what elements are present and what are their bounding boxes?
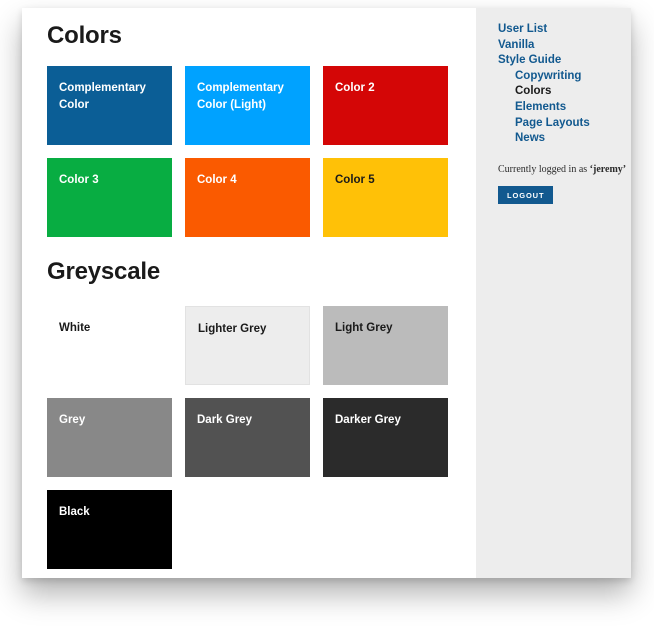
swatch-label: Dark Grey [197,414,252,426]
sidebar-item-vanilla[interactable]: Vanilla [498,38,621,54]
swatch-label: Black [59,506,90,518]
login-status: Currently logged in as ‘jeremy’ [498,163,626,177]
swatch-label: Light Grey [335,322,393,334]
logout-button[interactable]: LOGOUT [498,185,554,204]
greyscale-heading: Greyscale [47,258,160,285]
sidebar-item-style-guide[interactable]: Style Guide [498,53,621,69]
sidebar-item-page-layouts[interactable]: Page Layouts [498,116,621,132]
swatch-label: Lighter Grey [198,323,267,335]
color-swatch: Complementary Color [47,66,172,145]
sidebar-nav: User List Vanilla Style Guide Copywriting Co… [498,22,621,147]
grey-swatch: White [47,306,172,385]
login-status-prefix: Currently logged in as [498,163,590,175]
color-swatch: Complementary Color (Light) [185,66,310,145]
color-swatch-grid: Complementary Color Complementary Color (… [47,66,471,250]
swatch-label: Color 3 [59,174,99,186]
login-status-username: ‘jeremy’ [589,163,627,175]
grey-swatch: Darker Grey [323,398,448,477]
swatch-label: Color 2 [335,82,375,94]
grey-swatch: Black [47,490,172,569]
swatch-label: Darker Grey [335,414,401,426]
swatch-label: Color 4 [197,174,237,186]
swatch-label: White [59,322,91,334]
main-content: Colors Complementary Color Complementary … [22,8,476,578]
sidebar-item-elements[interactable]: Elements [498,100,621,116]
color-swatch: Color 3 [47,158,172,237]
grey-swatch: Lighter Grey [185,306,310,385]
grey-swatch: Dark Grey [185,398,310,477]
sidebar-item-colors[interactable]: Colors [498,84,621,100]
color-swatch: Color 4 [185,158,310,237]
grey-swatch: Grey [47,398,172,477]
sidebar-item-news[interactable]: News [498,131,621,147]
sidebar: User List Vanilla Style Guide Copywriting Co… [476,8,631,578]
color-swatch: Color 2 [323,66,448,145]
sidebar-item-copywriting[interactable]: Copywriting [498,69,621,85]
swatch-label: Complementary Color (Light) [197,82,284,111]
color-swatch: Color 5 [323,158,448,237]
swatch-label: Complementary Color [59,82,146,111]
swatch-label: Color 5 [335,174,375,186]
page-title: Colors [47,22,122,49]
sidebar-item-user-list[interactable]: User List [498,22,621,38]
grey-swatch-grid: White Lighter Grey Light Grey Grey Dark Grey… [47,306,471,578]
page-panel: Colors Complementary Color Complementary … [22,8,631,578]
swatch-label: Grey [59,414,86,426]
grey-swatch: Light Grey [323,306,448,385]
